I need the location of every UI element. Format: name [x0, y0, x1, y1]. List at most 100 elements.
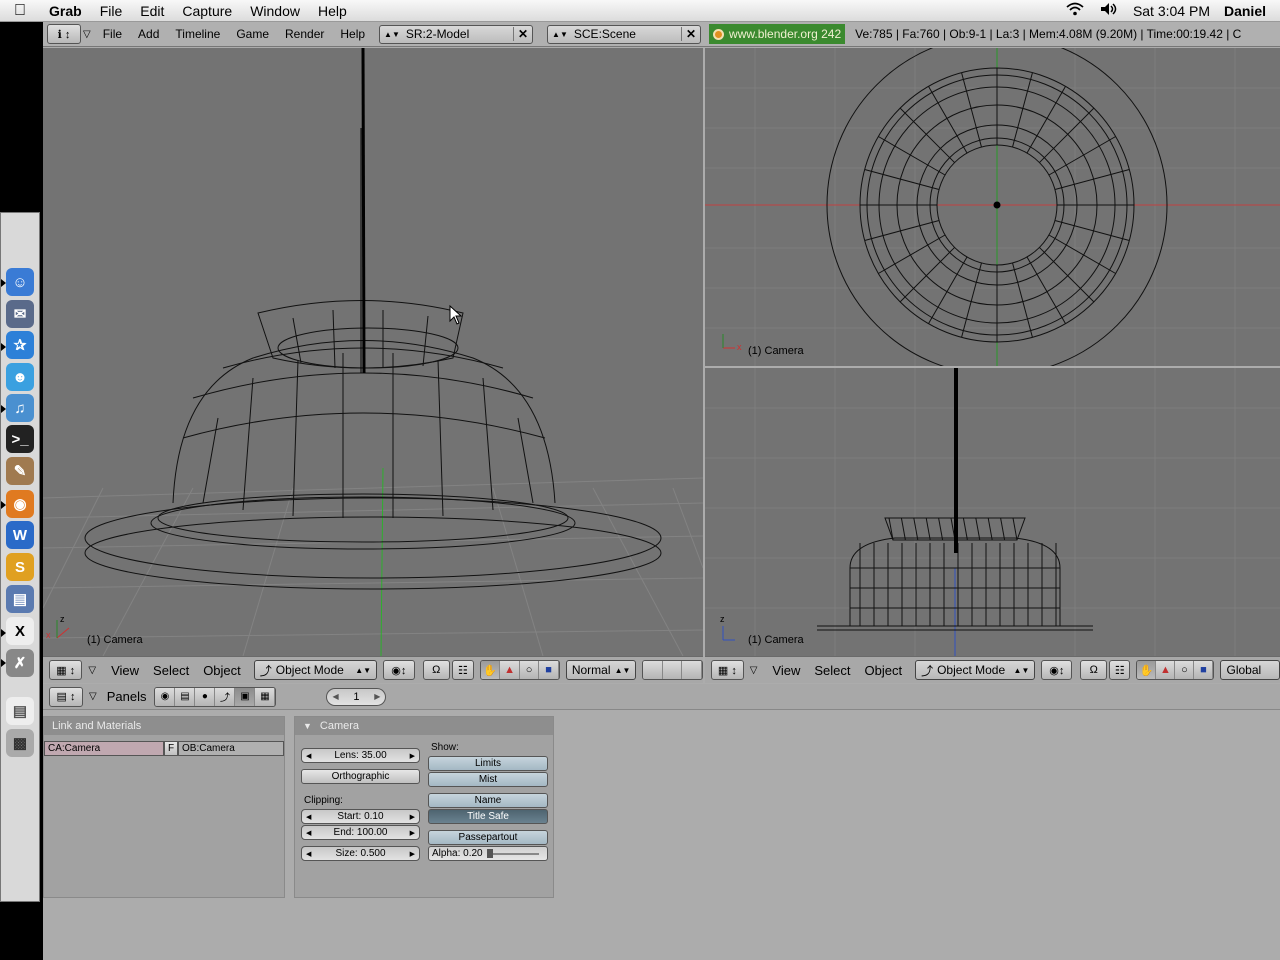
name-toggle[interactable]: Name [428, 793, 548, 808]
mist-toggle[interactable]: Mist [428, 772, 548, 787]
close-icon[interactable]: ✕ [512, 27, 528, 41]
orthographic-button[interactable]: Orthographic [301, 769, 420, 784]
pivot-button[interactable]: Ω [1080, 660, 1108, 680]
clip-start-field[interactable]: ◀ Start: 0.10 ▶ [301, 809, 420, 824]
rotate-icon[interactable]: ○ [1175, 661, 1195, 679]
document-icon[interactable]: ▤ [6, 697, 34, 725]
frame-field[interactable]: ◀ 1 ▶ [326, 687, 387, 706]
collapse-triangle-icon[interactable]: ▼ [303, 721, 312, 731]
menu-window[interactable]: Window [241, 3, 309, 19]
layer-button[interactable] [682, 661, 703, 679]
scale-icon[interactable]: ■ [539, 661, 559, 679]
photo-app-icon[interactable]: ▤ [6, 585, 34, 613]
collapse-menu-icon[interactable]: ▽ [89, 691, 97, 702]
s-app-icon[interactable]: S [6, 553, 34, 581]
blender-website-link[interactable]: www.blender.org 242 [709, 24, 846, 44]
menu-capture[interactable]: Capture [173, 3, 241, 19]
volume-icon[interactable] [1099, 2, 1119, 19]
draw-type-button[interactable]: ◉↕ [1041, 660, 1073, 680]
snap-grid-button[interactable]: ☷ [1109, 660, 1131, 680]
clip-end-field[interactable]: ◀ End: 100.00 ▶ [301, 825, 420, 840]
menubar-user[interactable]: Daniel [1224, 3, 1266, 19]
viewport-front[interactable]: z (1) Camera [705, 368, 1280, 656]
panel-title[interactable]: Link and Materials [44, 717, 284, 735]
fake-user-button[interactable]: F [164, 741, 178, 756]
safari-icon[interactable]: ✰ [6, 331, 34, 359]
title-safe-toggle[interactable]: Title Safe [428, 809, 548, 824]
window-type-button[interactable]: ℹ ↕ [47, 24, 81, 44]
editor-type-button[interactable]: ▤ ↕ [49, 686, 83, 707]
menu-add[interactable]: Add [130, 27, 167, 41]
viewport-perspective[interactable]: z x (1) Camera [43, 48, 703, 656]
menu-select[interactable]: Select [807, 663, 857, 678]
gimp-icon[interactable]: ✎ [6, 457, 34, 485]
object-name-field[interactable]: OB:Camera [178, 741, 284, 756]
passepartout-toggle[interactable]: Passepartout [428, 830, 548, 845]
shading-context-icon[interactable]: ● [195, 687, 216, 706]
translate-icon[interactable]: ▲ [500, 661, 520, 679]
draw-type-button[interactable]: ◉↕ [383, 660, 415, 680]
menu-edit[interactable]: Edit [131, 3, 173, 19]
collapse-menu-icon[interactable]: ▽ [83, 29, 91, 40]
hand-icon[interactable]: ✋ [480, 661, 501, 679]
rotate-icon[interactable]: ○ [519, 661, 540, 679]
limits-toggle[interactable]: Limits [428, 756, 548, 771]
camera-data-field[interactable]: CA:Camera [44, 741, 164, 756]
mail-icon[interactable]: ✉ [6, 300, 34, 328]
pivot-button[interactable]: Ω [422, 660, 451, 680]
menu-help[interactable]: Help [309, 3, 356, 19]
mode-selector[interactable]: ⤴ Object Mode ▲▼ [915, 660, 1036, 680]
app-menu[interactable]: Grab [40, 3, 91, 19]
terminal-icon[interactable]: >_ [6, 425, 34, 453]
scene-context-icon[interactable]: ▦ [255, 687, 276, 706]
layer-button[interactable] [643, 661, 663, 679]
utility-icon[interactable]: ✗ [6, 649, 34, 677]
logic-context-icon[interactable]: ◉ [155, 687, 176, 706]
screen-selector[interactable]: ▲▼ SR:2-Model ✕ [379, 24, 534, 44]
menu-select[interactable]: Select [146, 663, 196, 678]
menu-help[interactable]: Help [332, 27, 373, 41]
panel-title-row[interactable]: ▼ Camera [295, 717, 553, 735]
wifi-icon[interactable] [1065, 2, 1085, 19]
apple-menu-icon[interactable]:  [0, 2, 40, 20]
menu-object[interactable]: Object [196, 663, 248, 678]
object-context-icon[interactable]: ⤴ [215, 687, 236, 706]
menu-file[interactable]: File [95, 27, 130, 41]
orientation-selector[interactable]: Global [1220, 660, 1280, 680]
messenger-icon[interactable]: ☻ [6, 363, 34, 391]
panels-menu[interactable]: Panels [107, 689, 147, 704]
x11-icon[interactable]: X [6, 617, 34, 645]
menu-timeline[interactable]: Timeline [167, 27, 228, 41]
viewport-top[interactable]: x (1) Camera [705, 48, 1280, 366]
blender-icon[interactable]: ◉ [6, 490, 34, 518]
menu-object[interactable]: Object [858, 663, 910, 678]
menu-game[interactable]: Game [228, 27, 277, 41]
menu-view[interactable]: View [104, 663, 146, 678]
trash-icon[interactable]: ▩ [6, 729, 34, 757]
orientation-selector[interactable]: Normal ▲▼ [565, 660, 637, 680]
editor-type-button[interactable]: ▦ ↕ [711, 660, 744, 680]
scene-selector[interactable]: ▲▼ SCE:Scene ✕ [547, 24, 702, 44]
left-arrow-icon[interactable]: ◀ [332, 692, 338, 701]
scale-icon[interactable]: ■ [1194, 661, 1214, 679]
itunes-icon[interactable]: ♫ [6, 394, 34, 422]
collapse-menu-icon[interactable]: ▽ [750, 665, 758, 676]
snap-grid-button[interactable]: ☷ [452, 660, 474, 680]
translate-icon[interactable]: ▲ [1156, 661, 1176, 679]
menu-file[interactable]: File [91, 3, 132, 19]
right-arrow-icon[interactable]: ▶ [374, 692, 380, 701]
alpha-slider[interactable]: Alpha: 0.20 [428, 846, 548, 861]
mode-selector[interactable]: ⤴ Object Mode ▲▼ [253, 660, 378, 680]
collapse-menu-icon[interactable]: ▽ [88, 665, 96, 676]
menubar-clock[interactable]: Sat 3:04 PM [1133, 3, 1210, 19]
hand-icon[interactable]: ✋ [1137, 661, 1157, 679]
layer-button[interactable] [662, 661, 683, 679]
size-field[interactable]: ◀ Size: 0.500 ▶ [301, 846, 420, 861]
close-icon[interactable]: ✕ [680, 27, 696, 41]
finder-icon[interactable]: ☺ [6, 268, 34, 296]
editing-context-icon[interactable]: ▣ [235, 687, 256, 706]
script-context-icon[interactable]: ▤ [175, 687, 196, 706]
editor-type-button[interactable]: ▦ ↕ [49, 660, 83, 680]
lens-field[interactable]: ◀ Lens: 35.00 ▶ [301, 748, 420, 763]
menu-render[interactable]: Render [277, 27, 332, 41]
